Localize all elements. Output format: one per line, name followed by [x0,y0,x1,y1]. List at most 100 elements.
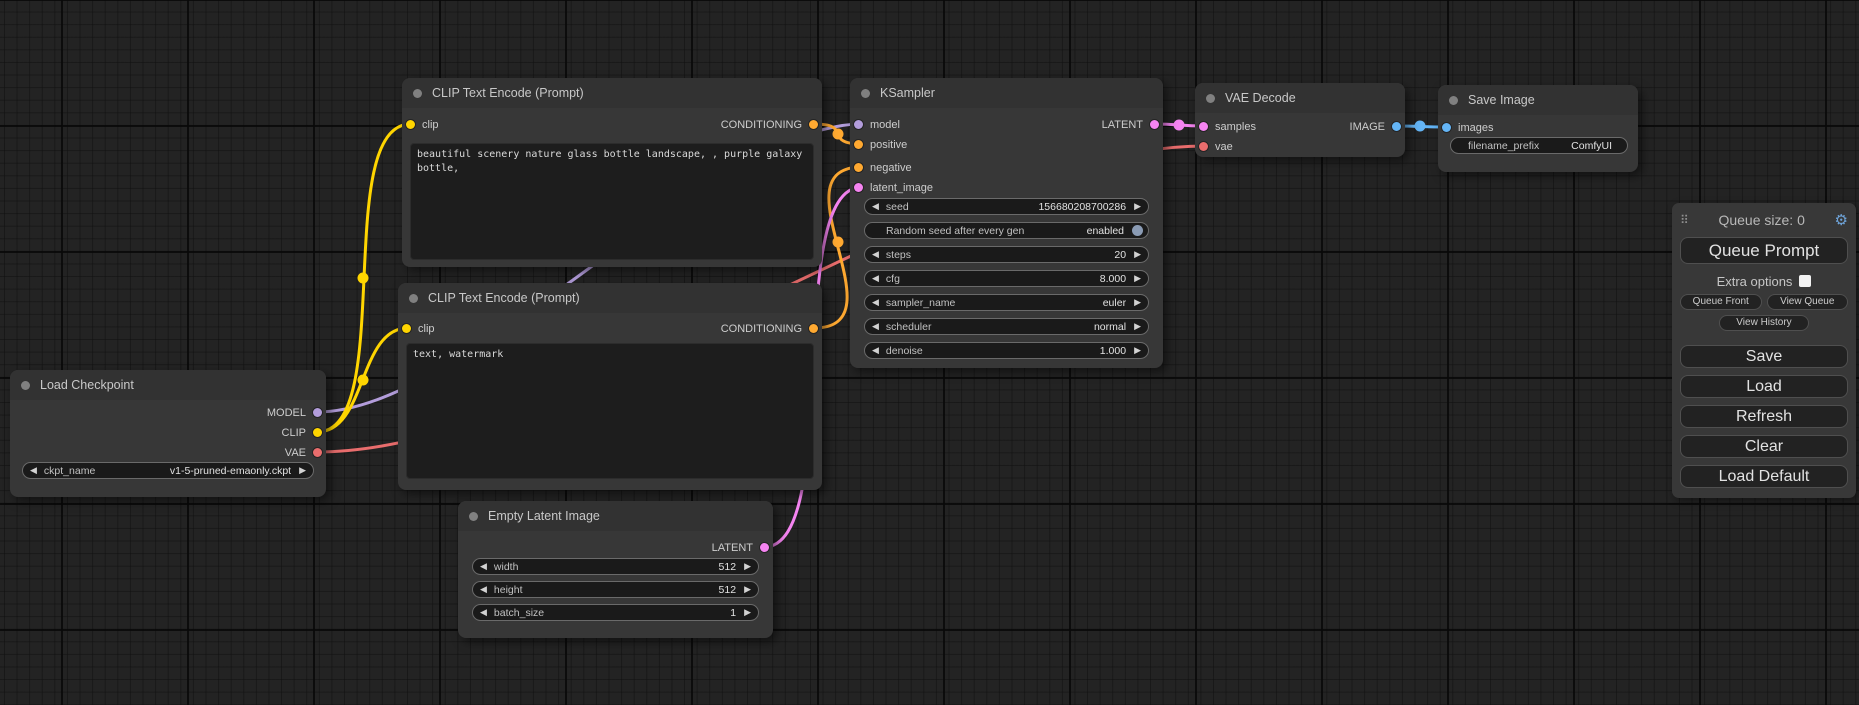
output-port-model: MODEL [267,406,322,419]
increment-arrow-icon[interactable]: ▶ [1134,346,1141,355]
input-port-positive: positive [854,138,907,151]
toggle-icon[interactable] [1132,225,1143,236]
refresh-button[interactable]: Refresh [1680,405,1848,428]
decrement-arrow-icon[interactable]: ◀ [872,298,879,307]
decrement-arrow-icon[interactable]: ◀ [872,274,879,283]
extra-options-checkbox[interactable] [1799,275,1811,287]
node-load-checkpoint[interactable]: Load Checkpoint MODEL CLIP VAE ◀ ckpt_na… [10,370,326,497]
collapse-dot[interactable] [21,381,30,390]
queue-prompt-button[interactable]: Queue Prompt [1680,237,1848,264]
port-dot-clip[interactable] [402,324,411,333]
port-dot-latent[interactable] [760,543,769,552]
queue-front-button[interactable]: Queue Front [1680,294,1762,310]
port-dot-conditioning[interactable] [854,140,863,149]
node-ksampler[interactable]: KSampler model positive negative latent_… [850,78,1163,368]
load-default-button[interactable]: Load Default [1680,465,1848,488]
save-button[interactable]: Save [1680,345,1848,368]
node-title-bar[interactable]: KSampler [850,78,1163,108]
node-title-bar[interactable]: VAE Decode [1195,83,1405,113]
decrement-arrow-icon[interactable]: ◀ [30,466,37,475]
increment-arrow-icon[interactable]: ▶ [1134,322,1141,331]
settings-gear-icon[interactable]: ⚙ [1835,213,1848,228]
increment-arrow-icon[interactable]: ▶ [744,608,751,617]
widget-batch-size[interactable]: ◀ batch_size 1 ▶ [472,604,759,621]
node-title: Empty Latent Image [488,509,600,523]
port-dot-latent[interactable] [1150,120,1159,129]
output-port-vae: VAE [285,446,322,459]
drag-handle-icon[interactable]: ⠿ [1680,213,1689,227]
node-clip-text-encode-negative[interactable]: CLIP Text Encode (Prompt) clip CONDITION… [398,283,822,490]
node-empty-latent-image[interactable]: Empty Latent Image LATENT ◀ width 512 ▶ … [458,501,773,638]
increment-arrow-icon[interactable]: ▶ [1134,202,1141,211]
port-dot-conditioning[interactable] [854,163,863,172]
increment-arrow-icon[interactable]: ▶ [1134,274,1141,283]
widget-random-seed-toggle[interactable]: Random seed after every gen enabled [864,222,1149,239]
widget-denoise[interactable]: ◀ denoise 1.000 ▶ [864,342,1149,359]
view-history-button[interactable]: View History [1719,315,1809,331]
node-clip-text-encode-positive[interactable]: CLIP Text Encode (Prompt) clip CONDITION… [402,78,822,267]
view-queue-button[interactable]: View Queue [1767,294,1849,310]
port-dot-vae[interactable] [1199,142,1208,151]
link-midpoint-dot [1415,121,1426,132]
collapse-dot[interactable] [861,89,870,98]
collapse-dot[interactable] [1449,96,1458,105]
widget-ckpt-name[interactable]: ◀ ckpt_name v1-5-pruned-emaonly.ckpt ▶ [22,462,314,479]
collapse-dot[interactable] [409,294,418,303]
node-title: CLIP Text Encode (Prompt) [428,291,580,305]
collapse-dot[interactable] [1206,94,1215,103]
widget-height[interactable]: ◀ height 512 ▶ [472,581,759,598]
node-title-bar[interactable]: Save Image [1438,85,1638,115]
widget-sampler-name[interactable]: ◀ sampler_name euler ▶ [864,294,1149,311]
node-title-bar[interactable]: Load Checkpoint [10,370,326,400]
prompt-textarea[interactable]: beautiful scenery nature glass bottle la… [410,143,814,260]
port-dot-latent[interactable] [854,183,863,192]
widget-steps[interactable]: ◀ steps 20 ▶ [864,246,1149,263]
decrement-arrow-icon[interactable]: ◀ [872,346,879,355]
widget-value: 1 [730,607,736,619]
node-title: VAE Decode [1225,91,1296,105]
node-title-bar[interactable]: CLIP Text Encode (Prompt) [402,78,822,108]
load-button[interactable]: Load [1680,375,1848,398]
widget-scheduler[interactable]: ◀ scheduler normal ▶ [864,318,1149,335]
widget-cfg[interactable]: ◀ cfg 8.000 ▶ [864,270,1149,287]
increment-arrow-icon[interactable]: ▶ [744,585,751,594]
widget-label: cfg [886,273,900,285]
increment-arrow-icon[interactable]: ▶ [299,466,306,475]
widget-label: seed [886,201,909,213]
port-dot-latent[interactable] [1199,122,1208,131]
increment-arrow-icon[interactable]: ▶ [1134,250,1141,259]
link-midpoint-dot [1174,120,1185,131]
queue-panel: ⠿ Queue size: 0 ⚙ Queue Prompt Extra opt… [1672,203,1856,498]
port-dot-conditioning[interactable] [809,120,818,129]
decrement-arrow-icon[interactable]: ◀ [872,202,879,211]
node-save-image[interactable]: Save Image images filename_prefix ComfyU… [1438,85,1638,172]
increment-arrow-icon[interactable]: ▶ [744,562,751,571]
port-dot-model[interactable] [854,120,863,129]
decrement-arrow-icon[interactable]: ◀ [872,250,879,259]
queue-size-label: Queue size: 0 [1689,212,1835,228]
widget-width[interactable]: ◀ width 512 ▶ [472,558,759,575]
port-dot-vae[interactable] [313,448,322,457]
port-dot-image[interactable] [1442,123,1451,132]
decrement-arrow-icon[interactable]: ◀ [872,322,879,331]
decrement-arrow-icon[interactable]: ◀ [480,585,487,594]
node-vae-decode[interactable]: VAE Decode samples vae IMAGE [1195,83,1405,157]
node-title: Save Image [1468,93,1535,107]
port-dot-conditioning[interactable] [809,324,818,333]
input-port-images: images [1442,121,1493,134]
port-dot-clip[interactable] [406,120,415,129]
collapse-dot[interactable] [413,89,422,98]
port-dot-clip[interactable] [313,428,322,437]
collapse-dot[interactable] [469,512,478,521]
decrement-arrow-icon[interactable]: ◀ [480,608,487,617]
prompt-textarea[interactable]: text, watermark [406,343,814,479]
node-title-bar[interactable]: Empty Latent Image [458,501,773,531]
widget-filename-prefix[interactable]: filename_prefix ComfyUI [1450,137,1628,154]
port-dot-image[interactable] [1392,122,1401,131]
port-dot-model[interactable] [313,408,322,417]
decrement-arrow-icon[interactable]: ◀ [480,562,487,571]
clear-button[interactable]: Clear [1680,435,1848,458]
increment-arrow-icon[interactable]: ▶ [1134,298,1141,307]
node-title-bar[interactable]: CLIP Text Encode (Prompt) [398,283,822,313]
widget-seed[interactable]: ◀ seed 156680208700286 ▶ [864,198,1149,215]
